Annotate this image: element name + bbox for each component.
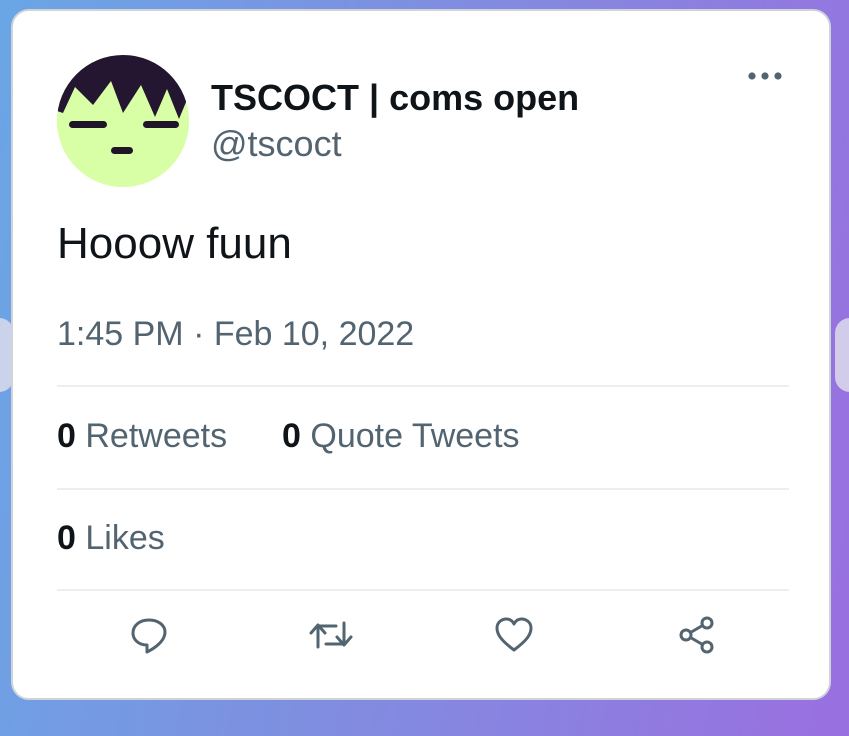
- retweet-button[interactable]: [307, 611, 355, 659]
- quote-tweets-label: Quote Tweets: [310, 417, 520, 455]
- likes-stat[interactable]: 0 Likes: [57, 519, 165, 558]
- retweets-label: Retweets: [85, 417, 228, 455]
- quote-tweets-count: 0: [282, 417, 301, 455]
- divider: [57, 385, 789, 387]
- like-button[interactable]: [490, 611, 538, 659]
- likes-count: 0: [57, 519, 76, 557]
- like-icon: [495, 617, 533, 652]
- reply-icon: [131, 618, 167, 654]
- avatar[interactable]: [57, 55, 189, 187]
- tweet-card: TSCOCT | coms open @tscoct Hooow fuun 1:…: [11, 9, 831, 700]
- more-options-icon: [748, 72, 782, 80]
- display-name[interactable]: TSCOCT | coms open: [211, 77, 579, 119]
- share-icon: [679, 616, 714, 654]
- quote-tweets-stat[interactable]: 0 Quote Tweets: [282, 417, 520, 456]
- tweet-timestamp[interactable]: 1:45 PM · Feb 10, 2022: [57, 315, 414, 354]
- divider: [57, 488, 789, 490]
- retweet-icon: [309, 621, 353, 649]
- likes-label: Likes: [85, 519, 165, 557]
- user-handle[interactable]: @tscoct: [211, 123, 342, 165]
- reply-button[interactable]: [125, 611, 173, 659]
- tweet-text: Hooow fuun: [57, 219, 292, 268]
- retweets-stat[interactable]: 0 Retweets: [57, 417, 227, 456]
- retweets-count: 0: [57, 417, 76, 455]
- divider: [57, 589, 789, 591]
- share-button[interactable]: [673, 611, 721, 659]
- next-slide-handle[interactable]: [835, 318, 849, 392]
- more-options-button[interactable]: [743, 61, 787, 91]
- cartoon-face-avatar-icon: [57, 55, 189, 187]
